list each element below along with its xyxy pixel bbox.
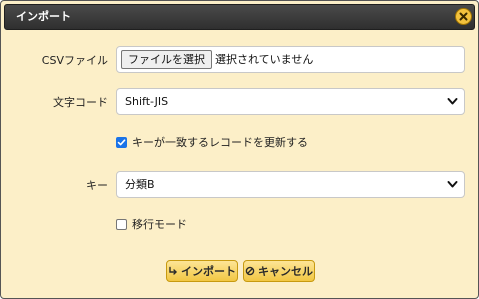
csv-file-label: CSVファイル (41, 54, 108, 67)
encoding-select[interactable]: Shift-JIS (116, 88, 465, 115)
import-button-label: インポート (181, 265, 236, 278)
cancel-icon (245, 266, 255, 276)
migration-mode-label[interactable]: 移行モード (132, 218, 187, 232)
import-button[interactable]: インポート (166, 260, 238, 282)
update-records-label[interactable]: キーが一致するレコードを更新する (132, 136, 308, 150)
migration-mode-checkbox[interactable] (116, 219, 127, 230)
close-icon (459, 12, 468, 21)
chevron-down-icon (447, 181, 458, 188)
checkmark-icon (117, 139, 126, 146)
dialog-title: インポート (16, 10, 71, 23)
import-arrow-icon (169, 266, 177, 275)
encoding-select-value: Shift-JIS (125, 95, 169, 108)
key-select-value: 分類B (125, 178, 155, 191)
cancel-button-label: キャンセル (258, 265, 313, 278)
close-button[interactable] (455, 8, 472, 25)
update-records-checkbox[interactable] (116, 137, 127, 148)
key-label: キー (86, 179, 108, 192)
choose-file-button[interactable]: ファイルを選択 (121, 50, 212, 69)
dialog-titlebar[interactable]: インポート (4, 4, 475, 30)
key-select[interactable]: 分類B (116, 171, 465, 198)
file-status-text: 選択されていません (215, 53, 314, 66)
encoding-label: 文字コード (53, 96, 108, 109)
chevron-down-icon (447, 98, 458, 105)
csv-file-input[interactable]: ファイルを選択 選択されていません (116, 46, 465, 73)
import-dialog: インポート CSVファイル ファイルを選択 選択されていません 文字コード Sh… (0, 0, 479, 299)
cancel-button[interactable]: キャンセル (243, 260, 315, 282)
